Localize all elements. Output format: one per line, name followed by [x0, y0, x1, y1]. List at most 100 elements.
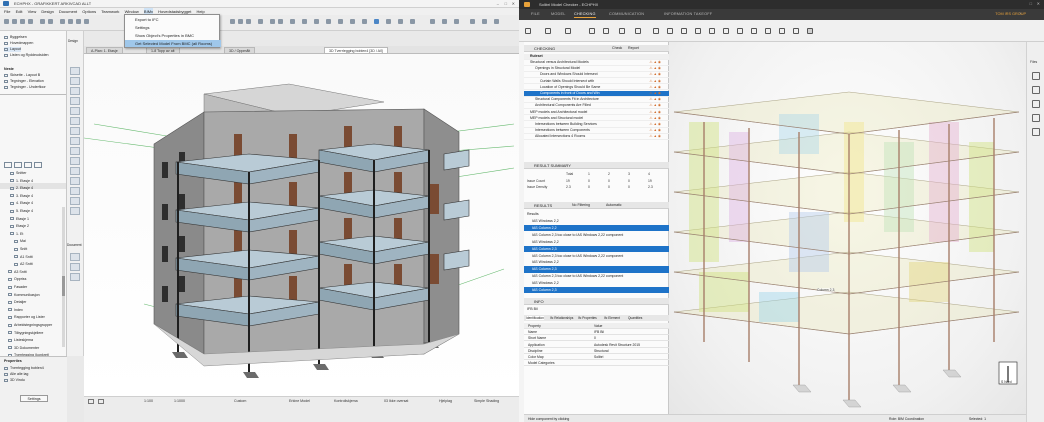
- scale-readout[interactable]: 1:100: [144, 399, 153, 403]
- magic-wand-icon[interactable]: [350, 19, 355, 24]
- 3d-view-icon[interactable]: [84, 19, 89, 24]
- redo-icon[interactable]: [48, 19, 53, 24]
- guide-icon[interactable]: [398, 19, 403, 24]
- nav-tree-item[interactable]: Fasader: [8, 285, 27, 290]
- checking-rule-row[interactable]: Architectural Components Are Filled ⚠ ▲ ◉: [524, 103, 669, 109]
- nav-tree-item[interactable]: 5. Etasje 4: [10, 209, 33, 214]
- result-row[interactable]: IAS Windows 2,2: [524, 239, 669, 245]
- checking-rule-row[interactable]: Intersections between Building Services ⚠…: [524, 122, 669, 128]
- menu-view[interactable]: View: [28, 8, 37, 15]
- iso-view-icon[interactable]: [751, 28, 757, 34]
- door-tool-icon[interactable]: [70, 137, 80, 145]
- window-maximize-icon[interactable]: □: [1030, 1, 1032, 6]
- result-row[interactable]: IAS Windows 2,2: [524, 280, 669, 286]
- tab-3d[interactable]: 3D / Oppmålt: [224, 47, 256, 54]
- nav-item[interactable]: Tegninger - Underfloor: [4, 85, 46, 90]
- save-icon[interactable]: [20, 19, 25, 24]
- menu-item-export-ifc[interactable]: Export to IFC: [125, 16, 221, 23]
- side-view-icon[interactable]: [737, 28, 743, 34]
- property-row[interactable]: Tverrlegging boblen4: [4, 366, 44, 371]
- nav-tree-item[interactable]: Detaljer: [8, 300, 26, 305]
- tab-ifc-element[interactable]: Ifc Element: [604, 316, 620, 320]
- nav-item[interactable]: Listen og Ryddeudsiden: [4, 53, 49, 58]
- model-view-icon[interactable]: [338, 19, 343, 24]
- checking-rule-row[interactable]: Components in front of Doors and Win ⚠ ▲ …: [524, 91, 669, 97]
- teamwork-icon[interactable]: [430, 19, 435, 24]
- result-row[interactable]: IAS Windows 2,2: [524, 218, 669, 224]
- result-row[interactable]: IAS Column 2,3 too close to IAS Windows …: [524, 232, 669, 238]
- checking-rule-row[interactable]: Intersections between Components ⚠ ▲ ◉: [524, 128, 669, 134]
- nav-item[interactable]: Byggelsen: [4, 35, 27, 40]
- model-view-select[interactable]: Erkine Model: [289, 399, 310, 403]
- property-row[interactable]: 3D Vindu: [4, 378, 25, 383]
- window-tool-icon[interactable]: [70, 147, 80, 155]
- measure-icon[interactable]: [765, 28, 771, 34]
- object-tool-icon[interactable]: [70, 187, 80, 195]
- menu-item-show-properties[interactable]: Show Object's Properties in BMC: [125, 32, 221, 39]
- publish-icon[interactable]: [482, 19, 487, 24]
- nav-tree-item[interactable]: 3. Etasje 4: [10, 194, 33, 199]
- tab-top[interactable]: 1-8 Topp av alt: [146, 47, 180, 54]
- nav-tree-item[interactable]: 3D Dokumenter: [8, 346, 39, 351]
- pen-set-icon[interactable]: [326, 19, 331, 24]
- nav-tree-item[interactable]: Snitter: [10, 171, 26, 176]
- floor-icon[interactable]: [60, 19, 65, 24]
- label-tool-icon[interactable]: [70, 273, 80, 281]
- result-row[interactable]: IAS Column 2,3: [524, 266, 669, 273]
- nav-tree-item[interactable]: Mai: [14, 239, 26, 244]
- nav-file[interactable]: FILE: [531, 12, 540, 16]
- fit-icon[interactable]: [695, 28, 701, 34]
- menu-file[interactable]: File: [4, 8, 10, 15]
- nav-tree-item[interactable]: Snitt: [14, 247, 27, 252]
- result-row[interactable]: IAS Column 2,3 too close to IAS Windows …: [524, 253, 669, 259]
- dimension-select[interactable]: 03 Ikke oversat: [384, 399, 408, 403]
- arrow-tool-icon[interactable]: [70, 67, 80, 75]
- nav-tree-item[interactable]: A1 Snitt: [14, 255, 33, 260]
- railing-tool-icon[interactable]: [70, 167, 80, 175]
- undo-zoom-icon[interactable]: [88, 399, 94, 404]
- slab-tool-icon[interactable]: [70, 107, 80, 115]
- tab-floor-plan[interactable]: A-Plan: 1. Etasje: [86, 47, 123, 54]
- orbit-icon[interactable]: [258, 19, 263, 24]
- send-receive-icon[interactable]: [442, 19, 447, 24]
- info-icon[interactable]: [1032, 72, 1040, 80]
- result-row[interactable]: IAS Column 2,3: [524, 287, 669, 294]
- view-map-icon[interactable]: [14, 162, 22, 168]
- checking-rule-row[interactable]: Curtain Walls Should Intersect with ⚠ ▲ ◉: [524, 79, 669, 85]
- curtain-wall-tool-icon[interactable]: [70, 177, 80, 185]
- menu-edit[interactable]: Edit: [16, 8, 23, 15]
- tag-icon[interactable]: [1032, 128, 1040, 136]
- report-button[interactable]: Report: [628, 46, 639, 50]
- layer-icon[interactable]: [302, 19, 307, 24]
- text-tool-icon[interactable]: [70, 263, 80, 271]
- marquee-icon[interactable]: [238, 19, 243, 24]
- window-close-icon[interactable]: ✕: [1037, 1, 1040, 6]
- checking-rule-row[interactable]: Structural versus Architectural Models ⚠ …: [524, 60, 669, 66]
- undo-icon[interactable]: [525, 28, 531, 34]
- cube-icon[interactable]: [619, 28, 625, 34]
- beam-tool-icon[interactable]: [70, 97, 80, 105]
- gravity-icon[interactable]: [362, 19, 367, 24]
- result-row[interactable]: IAS Windows 2,2: [524, 259, 669, 265]
- result-summary-header[interactable]: RESULT SUMMARY: [524, 162, 669, 169]
- nav-item[interactable]: Hovedmappen: [4, 41, 33, 46]
- nav-item[interactable]: Tegninger - Elevation: [4, 79, 44, 84]
- tab-identification[interactable]: Identification: [526, 316, 544, 320]
- property-row[interactable]: Alle alle lag: [4, 372, 28, 377]
- nav-tree-item[interactable]: Oppriss: [8, 277, 26, 282]
- menu-item-get-selected-model[interactable]: Get Selected Model From BMC (all Rooms): [125, 40, 221, 47]
- front-view-icon[interactable]: [723, 28, 729, 34]
- column-tool-icon[interactable]: [70, 87, 80, 95]
- checking-rule-row[interactable]: Openings in Structural Model ⚠ ▲ ◉: [524, 66, 669, 72]
- new-icon[interactable]: [4, 19, 9, 24]
- fly-icon[interactable]: [653, 28, 659, 34]
- project-map-icon[interactable]: [4, 162, 12, 168]
- settings-icon[interactable]: [494, 19, 499, 24]
- top-view-icon[interactable]: [709, 28, 715, 34]
- shading-select[interactable]: Simple Shading: [474, 399, 499, 403]
- checking-rule-row[interactable]: Location of Openings Should Be Same ⚠ ▲ ◉: [524, 85, 669, 91]
- menu-document[interactable]: Document: [59, 8, 77, 15]
- menu-item-settings[interactable]: Settings: [125, 24, 221, 31]
- results-header[interactable]: RESULTS: [524, 202, 669, 209]
- checking-rule-row[interactable]: Allocated Intersections 4 Rooms ⚠ ▲ ◉: [524, 134, 669, 140]
